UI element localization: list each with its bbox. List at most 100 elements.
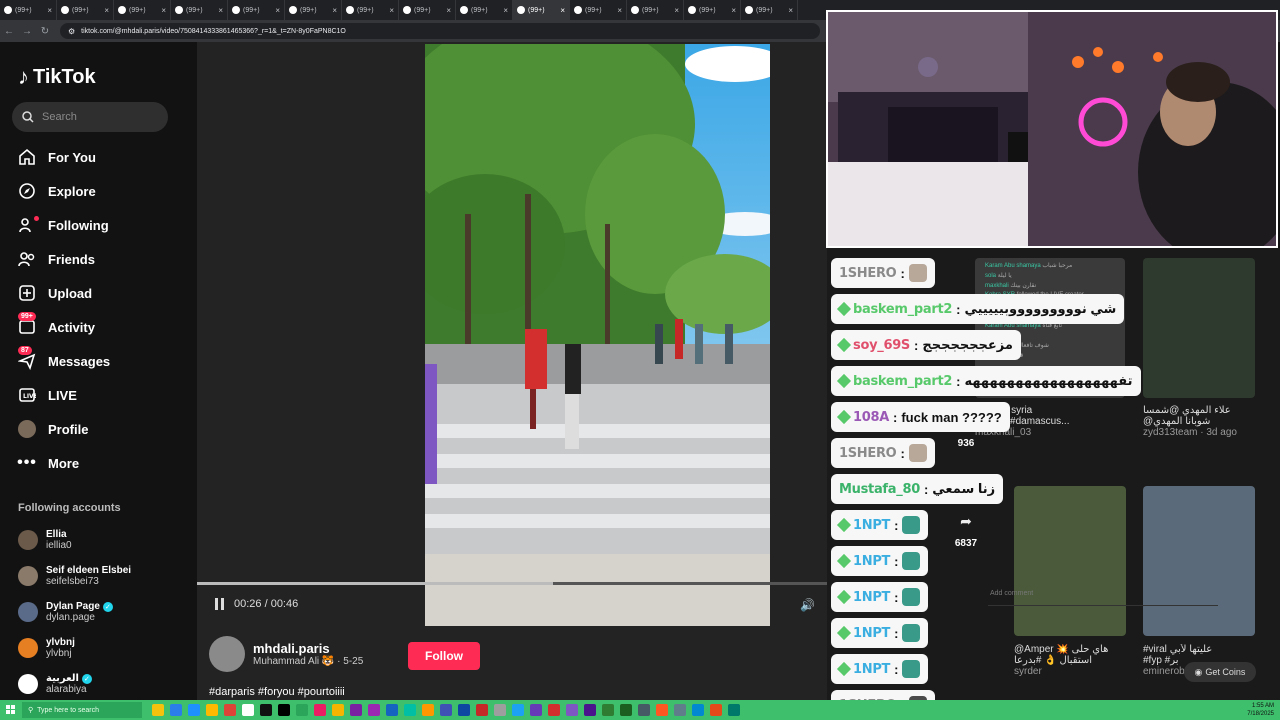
taskbar-search-input[interactable]: ⚲ Type here to search	[22, 702, 142, 718]
following-account[interactable]: Ellia iellia0	[18, 522, 193, 558]
tiktok-logo[interactable]: ♪ TikTok	[18, 64, 96, 90]
close-icon[interactable]: ×	[389, 6, 394, 15]
search-input[interactable]: Search	[12, 102, 168, 132]
taskbar-app-icon[interactable]	[512, 704, 524, 716]
avatar[interactable]	[18, 674, 38, 694]
taskbar-app-icon[interactable]	[674, 704, 686, 716]
taskbar-clock[interactable]: 1:55 AM 7/18/2025	[1247, 702, 1274, 718]
close-icon[interactable]: ×	[503, 6, 508, 15]
following-account[interactable]: Dylan Page ✓ dylan.page	[18, 594, 193, 630]
browser-tab[interactable]: (99+) ×	[741, 0, 798, 20]
taskbar-app-icon[interactable]	[368, 704, 380, 716]
windows-start-icon[interactable]	[0, 700, 22, 720]
taskbar-app-icon[interactable]	[404, 704, 416, 716]
taskbar-app-icon[interactable]	[530, 704, 542, 716]
following-account[interactable]: العربية ✓ alarabiya	[18, 666, 193, 702]
close-icon[interactable]: ×	[104, 6, 109, 15]
taskbar-app-icon[interactable]	[584, 704, 596, 716]
sidebar-item-more[interactable]: ••• More	[0, 446, 197, 480]
sidebar-item-activity[interactable]: 99+ Activity	[0, 310, 197, 344]
video-caption[interactable]: #darparis #foryou #pourtoiiii	[209, 686, 345, 698]
sidebar-item-for-you[interactable]: For You	[0, 140, 197, 174]
close-icon[interactable]: ×	[332, 6, 337, 15]
close-icon[interactable]: ×	[47, 6, 52, 15]
browser-tab[interactable]: (99+) ×	[171, 0, 228, 20]
taskbar-app-icon[interactable]	[170, 704, 182, 716]
taskbar-app-icon[interactable]	[188, 704, 200, 716]
avatar[interactable]	[18, 530, 38, 550]
taskbar-app-icon[interactable]	[476, 704, 488, 716]
close-icon[interactable]: ×	[674, 6, 679, 15]
taskbar-app-icon[interactable]	[602, 704, 614, 716]
pause-icon[interactable]	[215, 598, 224, 610]
taskbar-app-icon[interactable]	[566, 704, 578, 716]
add-comment-input[interactable]: Add comment	[988, 590, 1218, 606]
forward-icon[interactable]: →	[18, 26, 36, 37]
taskbar-app-icon[interactable]	[314, 704, 326, 716]
taskbar-app-icon[interactable]	[152, 704, 164, 716]
taskbar-app-icon[interactable]	[296, 704, 308, 716]
browser-tab[interactable]: (99+) ×	[456, 0, 513, 20]
taskbar-app-icon[interactable]	[656, 704, 668, 716]
browser-tab[interactable]: (99+) ×	[57, 0, 114, 20]
close-icon[interactable]: ×	[731, 6, 736, 15]
taskbar-app-icon[interactable]	[278, 704, 290, 716]
share-icon[interactable]: ➦	[954, 510, 978, 532]
sidebar-item-following[interactable]: Following	[0, 208, 197, 242]
taskbar-app-icon[interactable]	[440, 704, 452, 716]
taskbar-app-icon[interactable]	[206, 704, 218, 716]
live-chat-user[interactable]: maxkhali	[985, 283, 1009, 289]
taskbar-app-icon[interactable]	[350, 704, 362, 716]
browser-tab[interactable]: (99+) ×	[684, 0, 741, 20]
browser-tab[interactable]: (99+) ×	[513, 0, 570, 20]
browser-tab[interactable]: (99+) ×	[285, 0, 342, 20]
live-chat-user[interactable]: Karam Abu shamaya	[985, 263, 1041, 269]
video-frame[interactable]	[425, 44, 770, 626]
site-info-icon[interactable]: ⚙	[68, 27, 75, 36]
close-icon[interactable]: ×	[161, 6, 166, 15]
url-input[interactable]: ⚙ tiktok.com/@mhdali.paris/video/7508414…	[60, 23, 820, 39]
following-account[interactable]: ylvbnj ylvbnj	[18, 630, 193, 666]
taskbar-app-icon[interactable]	[242, 704, 254, 716]
avatar[interactable]	[18, 602, 38, 622]
browser-tab[interactable]: (99+) ×	[0, 0, 57, 20]
taskbar-app-icon[interactable]	[260, 704, 272, 716]
close-icon[interactable]: ×	[446, 6, 451, 15]
taskbar-app-icon[interactable]	[692, 704, 704, 716]
sidebar-item-friends[interactable]: Friends	[0, 242, 197, 276]
browser-tab[interactable]: (99+) ×	[114, 0, 171, 20]
browser-tab[interactable]: (99+) ×	[399, 0, 456, 20]
taskbar-app-icon[interactable]	[224, 704, 236, 716]
follow-button[interactable]: Follow	[408, 642, 480, 670]
avatar[interactable]	[18, 566, 38, 586]
browser-tab[interactable]: (99+) ×	[627, 0, 684, 20]
author-name[interactable]: mhdali.paris	[253, 641, 363, 656]
author-info[interactable]: mhdali.paris Muhammad Ali 🐯 · 5-25	[209, 636, 363, 672]
browser-tab[interactable]: (99+) ×	[570, 0, 627, 20]
taskbar-app-icon[interactable]	[638, 704, 650, 716]
browser-tab[interactable]: (99+) ×	[228, 0, 285, 20]
close-icon[interactable]: ×	[788, 6, 793, 15]
avatar[interactable]	[18, 638, 38, 658]
browser-tab[interactable]: (99+) ×	[342, 0, 399, 20]
close-icon[interactable]: ×	[617, 6, 622, 15]
sidebar-item-explore[interactable]: Explore	[0, 174, 197, 208]
close-icon[interactable]: ×	[218, 6, 223, 15]
taskbar-app-icon[interactable]	[548, 704, 560, 716]
close-icon[interactable]: ×	[560, 6, 565, 15]
taskbar-app-icon[interactable]	[332, 704, 344, 716]
taskbar-app-icon[interactable]	[386, 704, 398, 716]
sidebar-item-live[interactable]: LIVE LIVE	[0, 378, 197, 412]
taskbar-app-icon[interactable]	[458, 704, 470, 716]
get-coins-button[interactable]: ◉ Get Coins	[1184, 662, 1256, 682]
grid-item-text[interactable]: @Amper 💥 هاي حلى استقبال 👌 #بدرعا syrder	[1014, 644, 1126, 677]
sidebar-item-messages[interactable]: 87 Messages	[0, 344, 197, 378]
following-account[interactable]: Seif eldeen Elsbei seifelsbei73	[18, 558, 193, 594]
reload-icon[interactable]: ↻	[36, 26, 54, 37]
sidebar-item-profile[interactable]: Profile	[0, 412, 197, 446]
taskbar-app-icon[interactable]	[620, 704, 632, 716]
taskbar-app-icon[interactable]	[422, 704, 434, 716]
taskbar-app-icon[interactable]	[710, 704, 722, 716]
live-chat-user[interactable]: sola	[985, 273, 996, 279]
video-progress-bar[interactable]	[197, 582, 827, 585]
